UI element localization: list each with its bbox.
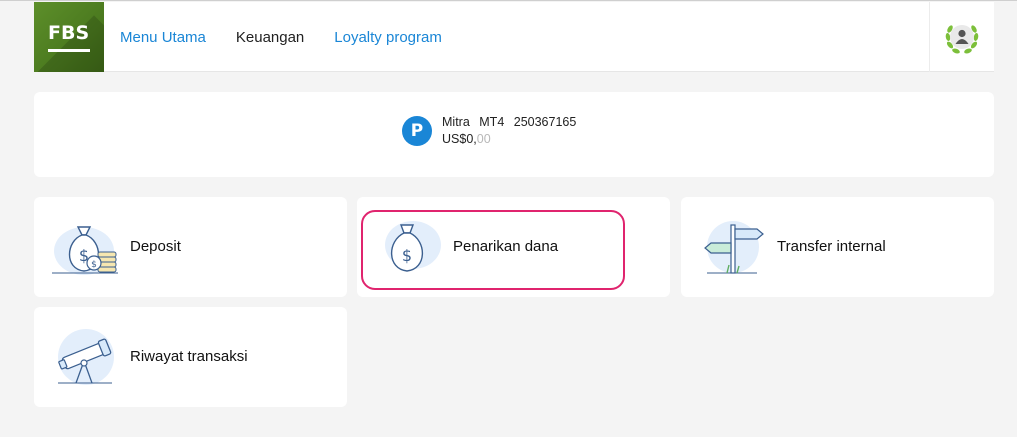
tile-penarikan-dana-label: Penarikan dana: [453, 238, 559, 255]
account-info-line: Mitra MT4 250367165: [442, 114, 582, 131]
balance-cents: 00: [476, 132, 491, 146]
money-bag-icon: $: [385, 221, 441, 272]
user-menu[interactable]: [929, 2, 994, 72]
fbs-logo[interactable]: FBS: [34, 2, 104, 72]
telescope-icon: [58, 329, 114, 385]
nav-menu-utama[interactable]: Menu Utama: [120, 29, 206, 46]
tile-deposit[interactable]: $ $ Deposit: [34, 197, 347, 297]
logo-text: FBS: [48, 22, 90, 44]
signpost-icon: [704, 221, 764, 274]
money-bag-coins-icon: $ $: [52, 226, 118, 275]
account-text: Mitra MT4 250367165 US$0,00: [442, 114, 582, 148]
top-border: [0, 0, 1017, 1]
account-card: P Mitra MT4 250367165 US$0,00: [34, 92, 994, 177]
account-number: 250367165: [513, 115, 577, 129]
tile-transfer-internal-label: Transfer internal: [777, 238, 886, 255]
tile-penarikan-dana[interactable]: $ Penarikan dana: [357, 197, 670, 297]
main-nav: Menu Utama Keuangan Loyalty program: [120, 2, 472, 72]
user-avatar-laurel-icon: [945, 25, 979, 54]
account-summary: P Mitra MT4 250367165 US$0,00: [402, 114, 582, 148]
svg-text:$: $: [402, 246, 412, 265]
nav-loyalty-program[interactable]: Loyalty program: [334, 29, 442, 46]
tile-deposit-label: Deposit: [130, 238, 181, 255]
account-name: Mitra: [442, 115, 470, 129]
account-type-badge: P: [402, 116, 432, 146]
balance-main: US$0,: [442, 132, 477, 146]
logo-underline: [48, 49, 90, 52]
svg-text:$: $: [91, 260, 97, 270]
account-platform: MT4: [479, 115, 505, 129]
nav-keuangan[interactable]: Keuangan: [236, 29, 304, 46]
tile-riwayat-transaksi-label: Riwayat transaksi: [130, 348, 248, 365]
tile-transfer-internal[interactable]: Transfer internal: [681, 197, 994, 297]
tile-riwayat-transaksi[interactable]: Riwayat transaksi: [34, 307, 347, 407]
account-balance: US$0,00: [442, 131, 582, 148]
top-header: FBS Menu Utama Keuangan Loyalty program: [34, 2, 994, 72]
